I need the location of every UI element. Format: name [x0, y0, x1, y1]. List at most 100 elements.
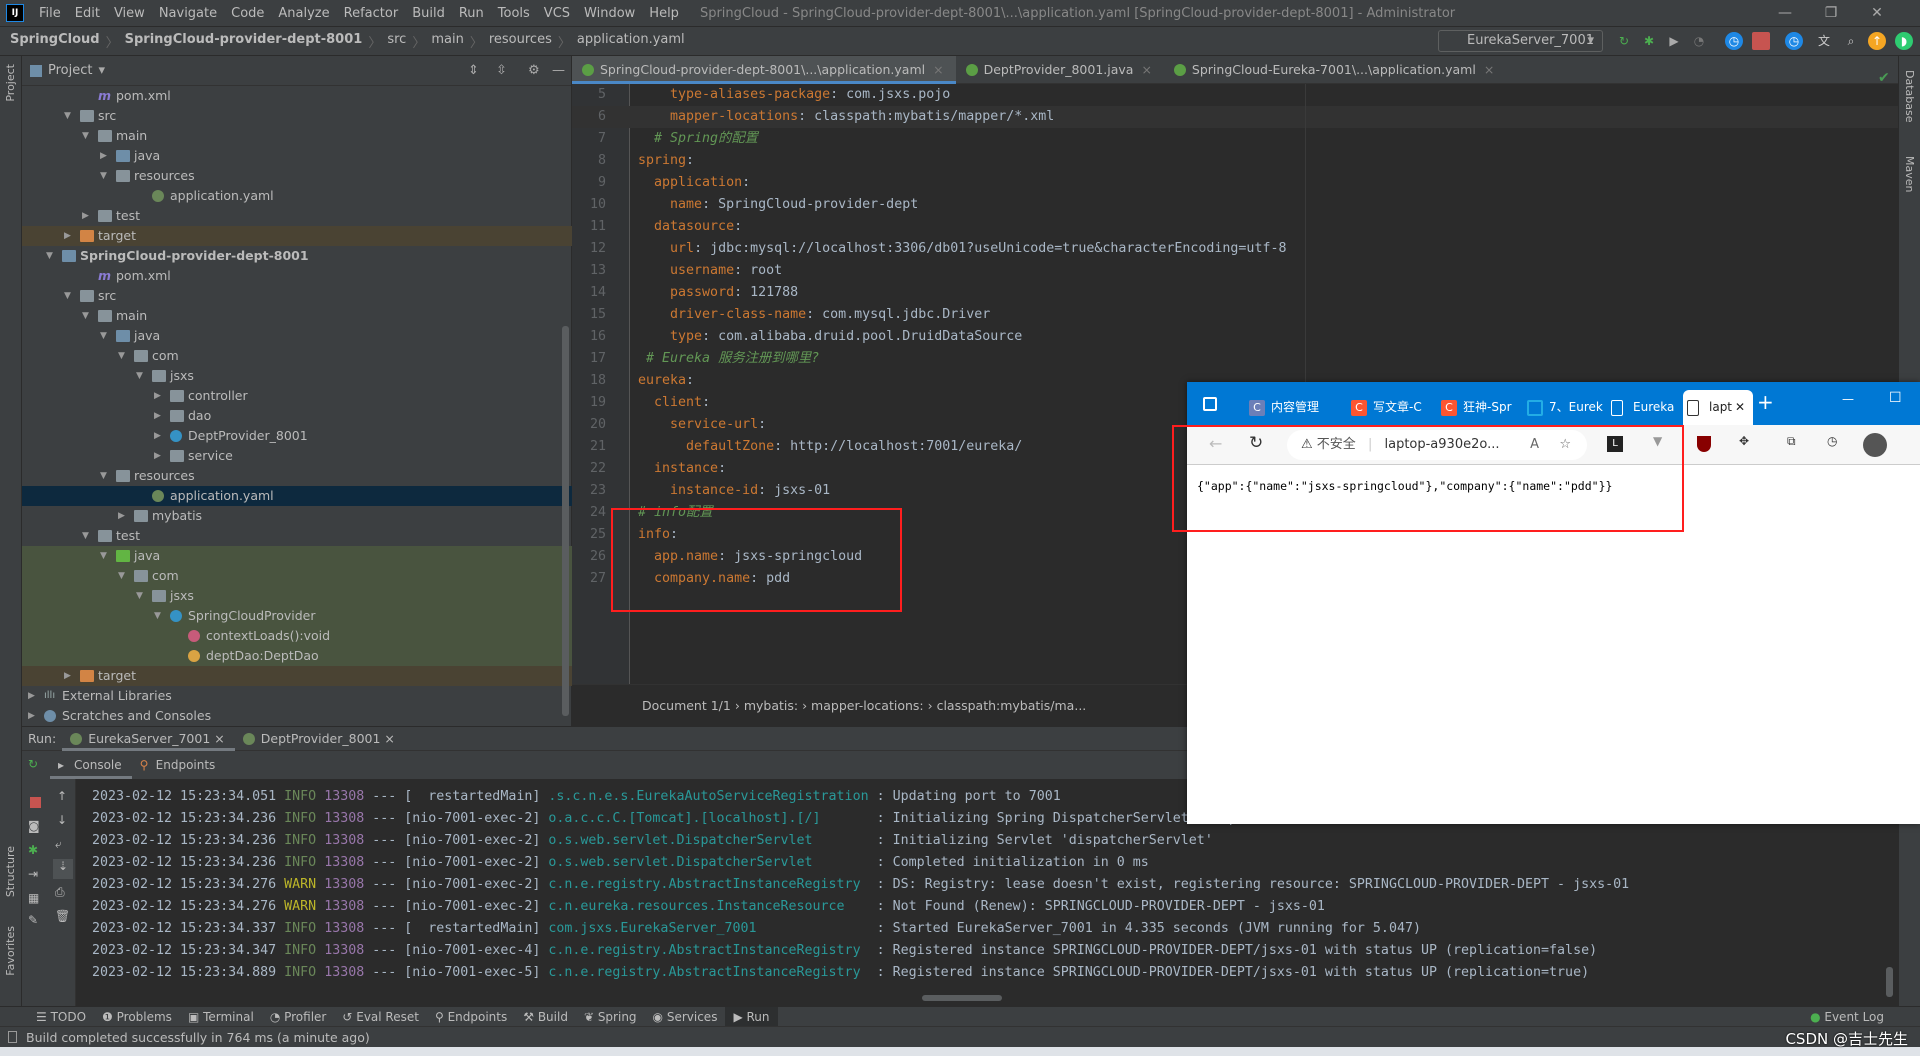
tree-item[interactable]: application.yaml — [22, 186, 572, 206]
menu-help[interactable]: Help — [642, 6, 686, 21]
browser-maximize-button[interactable]: ☐ — [1889, 390, 1902, 406]
chevron-right-icon[interactable]: ▶ — [100, 146, 110, 166]
tree-item[interactable]: ▶ Scratches and Consoles — [22, 706, 572, 726]
menu-edit[interactable]: Edit — [68, 6, 107, 21]
tree-item[interactable]: ▶ dao — [22, 406, 572, 426]
editor-breadcrumb-item[interactable]: classpath:mybatis/ma... — [937, 698, 1087, 713]
run-tab[interactable]: DeptProvider_8001 × — [235, 727, 405, 751]
database-tool-button[interactable]: Database — [1903, 70, 1916, 123]
chevron-down-icon[interactable]: ▼ — [136, 366, 146, 386]
print-icon[interactable]: ⎙ — [55, 885, 65, 900]
tree-item[interactable]: ▶ mybatis — [22, 506, 572, 526]
structure-tool-button[interactable]: Structure — [4, 846, 17, 897]
tool-problems[interactable]: ❶ Problems — [94, 1007, 180, 1027]
tree-item[interactable]: ▼ main — [22, 126, 572, 146]
expand-all-icon[interactable]: ⇕ — [468, 63, 479, 78]
upgrade-icon[interactable]: ↑ — [1868, 32, 1886, 50]
menu-file[interactable]: File — [32, 6, 68, 21]
menu-analyze[interactable]: Analyze — [271, 6, 336, 21]
tree-item[interactable]: ▼ src — [22, 286, 572, 306]
browser-tab[interactable]: C 内容管理 — [1245, 390, 1345, 425]
search-icon[interactable]: ⌕ — [1842, 32, 1860, 50]
exit-icon[interactable]: ⇥ — [28, 867, 38, 881]
menu-run[interactable]: Run — [452, 6, 491, 21]
tree-item[interactable]: ▼ main — [22, 306, 572, 326]
tool-profiler[interactable]: ◔ Profiler — [262, 1007, 335, 1027]
console-tab-console[interactable]: ▸ Console — [50, 751, 132, 779]
menu-code[interactable]: Code — [224, 6, 271, 21]
stop-icon[interactable] — [1752, 32, 1770, 50]
debug-icon[interactable]: ✱ — [28, 843, 38, 857]
debug-icon[interactable]: ✱ — [1640, 32, 1658, 50]
history-icon[interactable]: ◷ — [1827, 434, 1837, 448]
browser-minimize-button[interactable]: — — [1842, 392, 1854, 406]
console-v-scrollbar[interactable] — [1886, 967, 1893, 997]
chevron-down-icon[interactable]: ▼ — [100, 166, 110, 186]
scroll-up-icon[interactable]: ↑ — [57, 789, 67, 803]
tree-item[interactable]: ▼ test — [22, 526, 572, 546]
avatar[interactable] — [1863, 433, 1887, 457]
chevron-down-icon[interactable]: ▼ — [82, 526, 92, 546]
chevron-down-icon[interactable]: ▼ — [100, 546, 110, 566]
profile-icon[interactable]: ◔ — [1690, 32, 1708, 50]
chevron-down-icon[interactable]: ▼ — [136, 586, 146, 606]
menu-navigate[interactable]: Navigate — [152, 6, 224, 21]
menu-view[interactable]: View — [107, 6, 152, 21]
ublock-icon[interactable] — [1697, 436, 1711, 452]
tree-item[interactable]: deptDao:DeptDao — [22, 646, 572, 666]
maven-tool-button[interactable]: Maven — [1903, 156, 1916, 192]
chevron-down-icon[interactable]: ▼ — [82, 126, 92, 146]
menu-window[interactable]: Window — [577, 6, 642, 21]
close-tab-icon[interactable]: ✕ — [1735, 390, 1745, 425]
collapse-all-icon[interactable]: ⇳ — [496, 63, 507, 78]
tree-item[interactable]: ▶ controller — [22, 386, 572, 406]
breadcrumb-item[interactable]: main — [431, 32, 463, 51]
close-tab-icon[interactable]: × — [933, 62, 943, 77]
tree-item[interactable]: ▼ src — [22, 106, 572, 126]
run-config-select[interactable]: EurekaServer_7001 ▾ — [1438, 30, 1603, 52]
console-tab-endpoints[interactable]: ⚲ Endpoints — [132, 751, 226, 779]
tree-item[interactable]: ▶ ıllı External Libraries — [22, 686, 572, 706]
console-h-scrollbar[interactable] — [922, 995, 1002, 1001]
tree-item[interactable]: m pom.xml — [22, 86, 572, 106]
tool-spring[interactable]: ❦ Spring — [576, 1007, 645, 1027]
soft-wrap-icon[interactable]: ⤶ — [55, 837, 62, 852]
tool-todo[interactable]: ☰ TODO — [28, 1007, 94, 1027]
tree-item[interactable]: ▶ DeptProvider_8001 — [22, 426, 572, 446]
scroll-to-end-icon[interactable]: ⇣ — [53, 859, 73, 879]
chevron-down-icon[interactable]: ▼ — [100, 326, 110, 346]
menu-vcs[interactable]: VCS — [537, 6, 577, 21]
browser-tab[interactable]: Eureka — [1607, 390, 1681, 425]
chevron-right-icon[interactable]: ▶ — [28, 686, 38, 706]
tree-item[interactable]: ▶ test — [22, 206, 572, 226]
tool-eval-reset[interactable]: ↺ Eval Reset — [334, 1007, 427, 1027]
project-view-select[interactable]: Project — [48, 63, 92, 78]
tree-item[interactable]: ▼ SpringCloudProvider — [22, 606, 572, 626]
chevron-right-icon[interactable]: ▶ — [64, 666, 74, 686]
tree-item[interactable]: ▼ jsxs — [22, 586, 572, 606]
tree-scrollbar[interactable] — [562, 326, 569, 716]
tree-item[interactable]: ▶ target — [22, 226, 572, 246]
new-tab-button[interactable]: + — [1757, 390, 1774, 414]
close-tab-icon[interactable]: × — [1141, 62, 1151, 77]
chevron-down-icon[interactable]: ▼ — [118, 346, 128, 366]
chevron-right-icon[interactable]: ▶ — [64, 226, 74, 246]
favorites-tool-button[interactable]: Favorites — [4, 926, 17, 976]
maximize-button[interactable]: ❐ — [1808, 0, 1854, 27]
tab-actions-icon[interactable] — [1203, 397, 1217, 411]
editor-tab[interactable]: DeptProvider_8001.java × — [956, 56, 1164, 84]
editor-tab[interactable]: SpringCloud-Eureka-7001\...\application.… — [1164, 56, 1506, 84]
clear-icon[interactable]: 🗑 — [55, 909, 70, 923]
chevron-down-icon[interactable]: ▼ — [46, 246, 56, 266]
chevron-right-icon[interactable]: ▶ — [154, 446, 164, 466]
browser-icon[interactable]: ◷ — [1725, 32, 1743, 50]
menu-build[interactable]: Build — [405, 6, 452, 21]
chevron-down-icon[interactable]: ▼ — [64, 286, 74, 306]
plugin-icon[interactable]: ◗ — [1895, 32, 1913, 50]
chevron-down-icon[interactable]: ▼ — [118, 566, 128, 586]
tree-item[interactable]: ▼ SpringCloud-provider-dept-8001 — [22, 246, 572, 266]
chevron-right-icon[interactable]: ▶ — [154, 386, 164, 406]
tree-item[interactable]: m pom.xml — [22, 266, 572, 286]
rerun-icon[interactable]: ↻ — [1615, 32, 1633, 50]
close-tab-icon[interactable]: × — [1484, 62, 1494, 77]
